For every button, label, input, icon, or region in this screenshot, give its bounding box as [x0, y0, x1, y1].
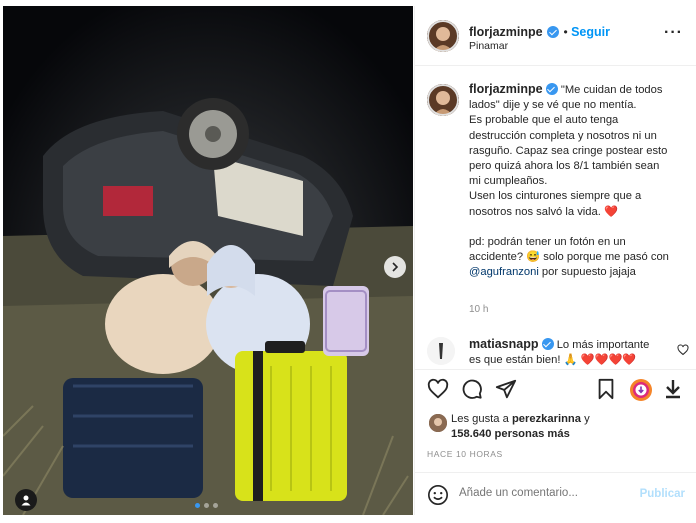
liker-avatar[interactable]	[429, 414, 447, 432]
comment-row: matiasnapp Lo más importante es que está…	[427, 337, 696, 367]
add-comment-bar: Publicar	[415, 472, 696, 515]
caption-avatar[interactable]	[427, 84, 459, 116]
caption-line: pero quizá ahora los 8/1 también sean	[469, 160, 660, 173]
post-side-panel: florjazminpe • Seguir Pinamar ··· florja…	[414, 6, 696, 515]
caption-line: por supuesto jajaja	[538, 266, 636, 279]
carousel-indicator	[195, 503, 218, 508]
post-photo[interactable]	[3, 6, 413, 515]
like-comment-heart-icon[interactable]	[677, 344, 689, 356]
comment-avatar[interactable]	[427, 337, 455, 365]
carousel-dot	[213, 503, 218, 508]
add-comment-input[interactable]	[459, 487, 639, 499]
likes-suffix: y	[580, 413, 590, 425]
caption-time: 10 h	[469, 304, 489, 315]
header-title-row: florjazminpe • Seguir	[469, 23, 610, 41]
caption-line: mi cumpleaños.	[469, 175, 548, 188]
more-options-icon[interactable]: ···	[664, 24, 683, 42]
location-link[interactable]: Pinamar	[469, 40, 508, 52]
heart-emoji: ❤️	[603, 205, 618, 218]
follow-button[interactable]: Seguir	[571, 25, 610, 39]
extension-download-icon[interactable]	[629, 378, 653, 402]
caption-line: Usen los cinturones siempre que a	[469, 190, 642, 203]
caption-line: pd: podrán tener un fotón en un	[469, 235, 626, 248]
chevron-right-icon	[392, 262, 399, 272]
avatar-image	[429, 414, 447, 432]
post-header: florjazminpe • Seguir Pinamar ···	[415, 6, 696, 66]
tag-icon	[21, 495, 31, 506]
mention-link[interactable]: @agufranzoni	[469, 266, 539, 278]
avatar-ring	[427, 84, 459, 116]
tagged-users-button[interactable]	[15, 489, 37, 511]
carousel-next-button[interactable]	[384, 256, 406, 278]
caption-line: nosotros nos salvó la vida.	[469, 205, 601, 218]
caption-line: "Me cuidan de todos	[560, 84, 663, 96]
verified-icon	[541, 338, 554, 350]
avatar[interactable]	[427, 20, 459, 52]
likes-prefix: Les gusta a	[451, 413, 512, 425]
likes-count[interactable]: 158.640 personas más	[451, 428, 570, 440]
comment-body: Lo más importante	[556, 339, 650, 351]
caption-username[interactable]: florjazminpe	[469, 82, 543, 96]
share-icon[interactable]	[495, 378, 517, 400]
verified-icon	[545, 83, 558, 95]
comment-text: matiasnapp Lo más importante es que está…	[469, 337, 659, 367]
post-timestamp[interactable]: HACE 10 HORAS	[427, 449, 503, 459]
separator-dot: •	[563, 25, 572, 39]
bookmark-icon[interactable]	[595, 378, 617, 400]
verified-icon	[547, 26, 560, 38]
accident-scene-image	[3, 6, 413, 515]
likes-text: Les gusta a perezkarinna y 158.640 perso…	[451, 412, 689, 442]
caption-line: Es probable que el auto tenga	[469, 114, 619, 127]
comment-username[interactable]: matiasnapp	[469, 337, 538, 351]
caption-line: destrucción completa y nosotros ni un	[469, 129, 657, 142]
carousel-dot	[195, 503, 200, 508]
caption-line: lados" dije y se vé que no mentía.	[469, 99, 637, 112]
emoji-icon[interactable]	[427, 484, 449, 506]
avatar-image	[427, 337, 455, 365]
header-username[interactable]: florjazminpe	[469, 25, 543, 39]
download-icon[interactable]	[663, 378, 683, 400]
liker-username[interactable]: perezkarinna	[512, 413, 581, 425]
avatar-ring	[427, 20, 459, 52]
caption-line: rasguño. Capaz sea cringe postear esto	[469, 144, 668, 157]
heart-icon[interactable]	[427, 378, 449, 400]
comment-body-line2: es que están bien! 🙏 ❤️❤️❤️❤️	[469, 354, 637, 366]
comment-icon[interactable]	[461, 378, 483, 400]
caption-text: florjazminpe "Me cuidan de todos lados" …	[469, 82, 695, 280]
publish-button[interactable]: Publicar	[640, 488, 685, 500]
carousel-dot	[204, 503, 209, 508]
action-bar	[415, 369, 696, 409]
caption-line: accidente? 😅 solo porque me pasó con	[469, 251, 669, 264]
